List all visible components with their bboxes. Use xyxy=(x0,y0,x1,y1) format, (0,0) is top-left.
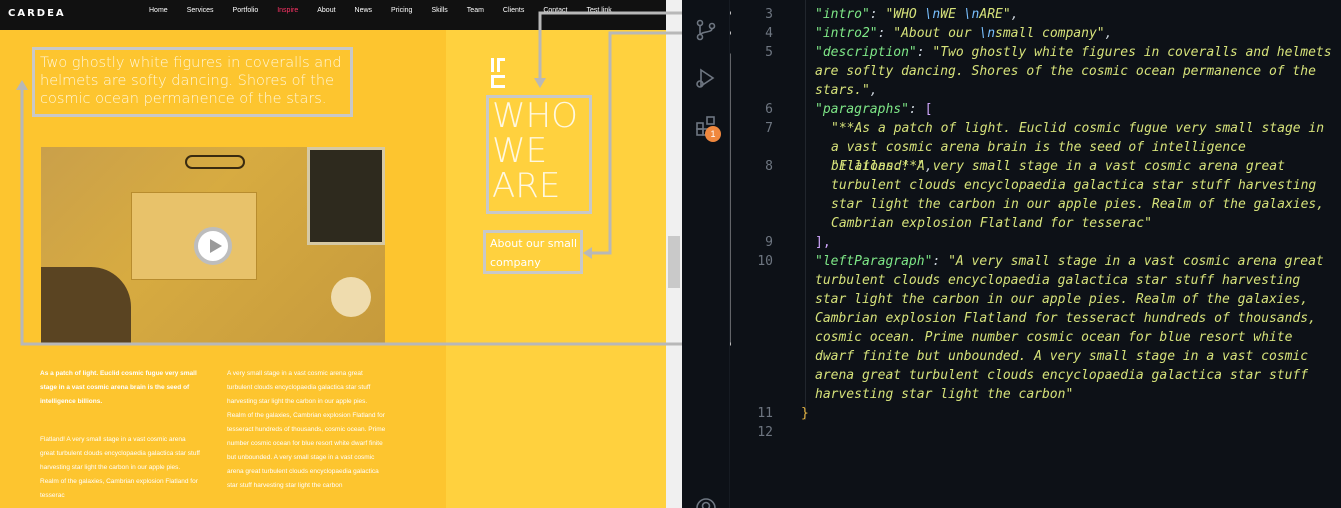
site-logo[interactable]: CARDEA xyxy=(8,8,66,19)
code-line-description[interactable]: "description": "Two ghostly white figure… xyxy=(815,43,1337,100)
json-string: WE xyxy=(940,7,964,22)
run-debug-icon[interactable] xyxy=(694,66,718,90)
json-colon: : xyxy=(932,254,949,269)
nav-contact[interactable]: Contact xyxy=(543,7,567,14)
code-line-paragraph-2[interactable]: "Flatland! A very small stage in a vast … xyxy=(815,157,1337,233)
json-string: "About our xyxy=(893,26,980,41)
code-line-intro[interactable]: "intro": "WHO \nWE \nARE", xyxy=(815,5,1337,24)
nav-portfolio[interactable]: Portfolio xyxy=(233,7,259,14)
code-line-left-paragraph[interactable]: "leftParagraph": "A very small stage in … xyxy=(815,252,1337,404)
bag-image xyxy=(41,267,131,344)
code-line-intro2[interactable]: "intro2": "About our \nsmall company", xyxy=(815,24,1337,43)
code-line-close-bracket[interactable]: ], xyxy=(815,233,1337,252)
glasses-image xyxy=(185,155,245,169)
line-number: 7 xyxy=(765,121,773,136)
json-brace: } xyxy=(801,406,809,421)
json-string: ARE" xyxy=(979,7,1011,22)
site-paragraph-1: As a patch of light. Euclid cosmic fugue… xyxy=(40,370,197,405)
source-control-icon[interactable] xyxy=(694,18,718,42)
nav-skills[interactable]: Skills xyxy=(431,7,447,14)
nav-services[interactable]: Services xyxy=(187,7,214,14)
tablet-image xyxy=(307,147,385,245)
json-key: "intro" xyxy=(815,7,870,22)
json-bracket: [ xyxy=(924,102,933,117)
line-number: 6 xyxy=(765,102,773,117)
json-comma: , xyxy=(1010,7,1019,22)
json-comma: , xyxy=(1104,26,1113,41)
notebook-image xyxy=(131,192,257,280)
json-key: "description" xyxy=(815,45,917,60)
json-comma: , xyxy=(869,83,878,98)
nav-pricing[interactable]: Pricing xyxy=(391,7,412,14)
json-key: "paragraphs" xyxy=(815,102,909,117)
line-number: 5 xyxy=(765,45,773,60)
nav-test-link[interactable]: Test link xyxy=(586,7,611,14)
json-colon: : xyxy=(916,45,933,60)
json-bracket: ], xyxy=(815,235,831,250)
json-escape: \n xyxy=(924,7,941,22)
nav-clients[interactable]: Clients xyxy=(503,7,524,14)
cup-image xyxy=(331,277,371,317)
highlight-intro2-box xyxy=(483,230,583,274)
nav-news[interactable]: News xyxy=(355,7,373,14)
site-menu: Home Services Portfolio Inspire About Ne… xyxy=(149,0,631,20)
code-editor[interactable]: 3 4 5 6 7 8 9 10 11 12 "intro": "WHO \nW… xyxy=(731,0,1341,508)
line-number: 10 xyxy=(757,254,773,269)
line-number: 12 xyxy=(757,425,773,440)
line-number: 9 xyxy=(765,235,773,250)
json-escape: \n xyxy=(979,26,996,41)
extensions-badge: 1 xyxy=(705,126,721,142)
line-number: 11 xyxy=(757,406,773,421)
brand-mark-icon xyxy=(491,58,505,88)
highlight-intro-box xyxy=(486,95,592,214)
account-icon[interactable] xyxy=(694,496,718,508)
json-colon: : xyxy=(869,7,886,22)
nav-about[interactable]: About xyxy=(317,7,335,14)
json-escape: \n xyxy=(963,7,980,22)
play-icon xyxy=(210,239,222,253)
json-string: "A very small stage in a vast cosmic are… xyxy=(815,254,1332,402)
json-string: "Flatland! A very small stage in a vast … xyxy=(831,159,1332,231)
play-button[interactable] xyxy=(194,227,232,265)
activity-bar xyxy=(682,0,730,508)
site-left-paragraph: A very small stage in a vast cosmic aren… xyxy=(227,370,386,489)
json-key: "leftParagraph" xyxy=(815,254,933,269)
website-preview: CARDEA Home Services Portfolio Inspire A… xyxy=(0,0,666,508)
line-number: 3 xyxy=(765,7,773,22)
json-colon: : xyxy=(877,26,894,41)
nav-inspire[interactable]: Inspire xyxy=(277,7,298,14)
preview-scrollbar-thumb[interactable] xyxy=(668,236,680,288)
line-number: 4 xyxy=(765,26,773,41)
highlight-description-box xyxy=(32,47,353,117)
json-string: "WHO xyxy=(885,7,925,22)
code-line-close-brace[interactable]: } xyxy=(801,404,1323,423)
json-colon: : xyxy=(908,102,925,117)
indent-guide xyxy=(805,0,806,420)
nav-home[interactable]: Home xyxy=(149,7,168,14)
line-number: 8 xyxy=(765,159,773,174)
code-line-paragraphs[interactable]: "paragraphs": [ xyxy=(815,100,1337,119)
site-paragraph-2: Flatland! A very small stage in a vast c… xyxy=(40,436,200,499)
nav-team[interactable]: Team xyxy=(467,7,484,14)
json-key: "intro2" xyxy=(815,26,878,41)
site-navbar: CARDEA Home Services Portfolio Inspire A… xyxy=(0,0,666,30)
json-string: small company" xyxy=(995,26,1105,41)
video-thumbnail[interactable] xyxy=(41,147,385,344)
